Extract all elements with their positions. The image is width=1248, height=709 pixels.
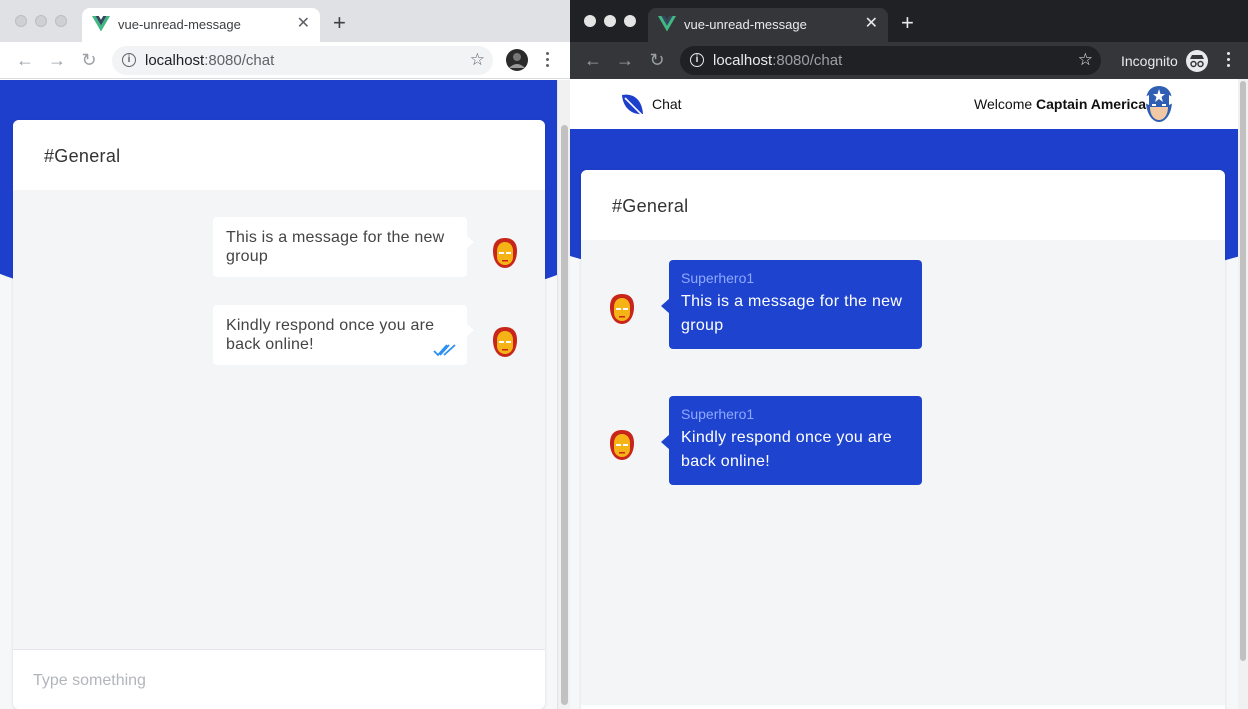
welcome-prefix: Welcome: [974, 96, 1033, 112]
incognito-icon[interactable]: [1186, 50, 1208, 72]
message-list[interactable]: Superhero1 This is a message for the new…: [581, 240, 1225, 705]
page-content: #General This is a message for the new g…: [0, 80, 557, 709]
reload-icon[interactable]: ↻: [79, 50, 99, 70]
ironman-avatar-icon: [493, 238, 517, 268]
url-text[interactable]: localhost:8080/chat: [145, 52, 274, 69]
left-browser-window: vue-unread-message ✕ + ← → ↻ i localhost…: [0, 0, 570, 709]
right-browser-window: vue-unread-message ✕ + ← → ↻ i localhost…: [570, 0, 1248, 709]
chat-card: #General Superhero1 This is a message fo…: [581, 170, 1225, 709]
message-text: This is a message for the new group: [226, 229, 445, 265]
minimize-window-button[interactable]: [604, 15, 616, 27]
close-tab-icon[interactable]: ✕: [865, 16, 878, 32]
message-bubble: This is a message for the new group: [213, 217, 474, 277]
url-path: :8080/chat: [772, 52, 843, 69]
scrollbar-thumb[interactable]: [561, 125, 568, 705]
message-text: This is a message for the new group: [681, 293, 903, 334]
chat-header: #General: [581, 170, 1225, 240]
menu-icon[interactable]: [546, 52, 550, 68]
tab-strip: vue-unread-message ✕ +: [0, 0, 570, 42]
browser-toolbar: ← → ↻ i localhost:8080/chat ☆ Incognito: [570, 42, 1248, 79]
info-icon[interactable]: i: [690, 53, 704, 67]
message-input[interactable]: [33, 670, 513, 692]
info-icon[interactable]: i: [122, 53, 136, 67]
scrollbar[interactable]: [1238, 79, 1248, 709]
close-window-button[interactable]: [15, 15, 27, 27]
page-content: Chat Welcome Captain America #General Su…: [570, 79, 1238, 709]
address-bar[interactable]: i localhost:8080/chat ☆: [112, 46, 493, 75]
url-host: localhost: [713, 52, 773, 69]
message-bubble: Superhero1 This is a message for the new…: [661, 260, 922, 349]
brand-name[interactable]: Chat: [652, 96, 682, 112]
message-sender: Superhero1: [681, 406, 755, 422]
message-input-bar: [13, 649, 545, 709]
tab-title: vue-unread-message: [118, 17, 241, 32]
minimize-window-button[interactable]: [35, 15, 47, 27]
captain-america-avatar-icon[interactable]: [1144, 85, 1174, 123]
new-tab-button[interactable]: +: [333, 12, 346, 34]
maximize-window-button[interactable]: [55, 15, 67, 27]
message-text: Kindly respond once you are back online!: [226, 317, 435, 353]
vue-logo-icon: [658, 16, 676, 32]
ironman-avatar-icon: [610, 294, 634, 324]
channel-title: #General: [44, 146, 121, 166]
chat-card: #General This is a message for the new g…: [13, 120, 545, 709]
address-bar[interactable]: i localhost:8080/chat ☆: [680, 46, 1101, 75]
url-path: :8080/chat: [204, 52, 275, 69]
reload-icon[interactable]: ↻: [647, 50, 667, 70]
leaf-logo-icon[interactable]: [620, 92, 646, 118]
incognito-label[interactable]: Incognito: [1121, 53, 1178, 69]
user-name: Captain America: [1036, 96, 1146, 112]
message-text: Kindly respond once you are back online!: [681, 429, 892, 470]
forward-icon[interactable]: →: [615, 50, 635, 70]
browser-tab[interactable]: vue-unread-message ✕: [82, 8, 320, 42]
message-bubble: Superhero1 Kindly respond once you are b…: [661, 396, 922, 485]
chat-header: #General: [13, 120, 545, 190]
bookmark-star-icon[interactable]: ☆: [470, 51, 485, 69]
message-list[interactable]: This is a message for the new group Kind…: [13, 190, 545, 649]
welcome-text: Welcome Captain America: [974, 96, 1146, 112]
ironman-avatar-icon: [493, 327, 517, 357]
close-tab-icon[interactable]: ✕: [297, 16, 310, 32]
app-navbar: Chat Welcome Captain America: [570, 79, 1238, 129]
message-bubble: Kindly respond once you are back online!: [213, 305, 474, 365]
tab-strip: vue-unread-message ✕ +: [570, 0, 1248, 42]
close-window-button[interactable]: [584, 15, 596, 27]
browser-toolbar: ← → ↻ i localhost:8080/chat ☆: [0, 42, 570, 79]
forward-icon[interactable]: →: [47, 50, 67, 70]
url-text[interactable]: localhost:8080/chat: [713, 52, 842, 69]
back-icon[interactable]: ←: [15, 50, 35, 70]
back-icon[interactable]: ←: [583, 50, 603, 70]
menu-icon[interactable]: [1227, 52, 1231, 68]
bookmark-star-icon[interactable]: ☆: [1078, 51, 1093, 69]
profile-avatar-icon[interactable]: [506, 49, 528, 71]
tab-title: vue-unread-message: [684, 17, 807, 32]
browser-tab[interactable]: vue-unread-message ✕: [648, 8, 888, 42]
scrollbar[interactable]: [557, 80, 570, 709]
read-receipt-icon: [433, 344, 456, 357]
message-sender: Superhero1: [681, 270, 755, 286]
new-tab-button[interactable]: +: [901, 12, 914, 34]
url-host: localhost: [145, 52, 205, 69]
ironman-avatar-icon: [610, 430, 634, 460]
maximize-window-button[interactable]: [624, 15, 636, 27]
scrollbar-thumb[interactable]: [1240, 81, 1246, 661]
vue-logo-icon: [92, 16, 110, 32]
channel-title: #General: [612, 196, 689, 216]
